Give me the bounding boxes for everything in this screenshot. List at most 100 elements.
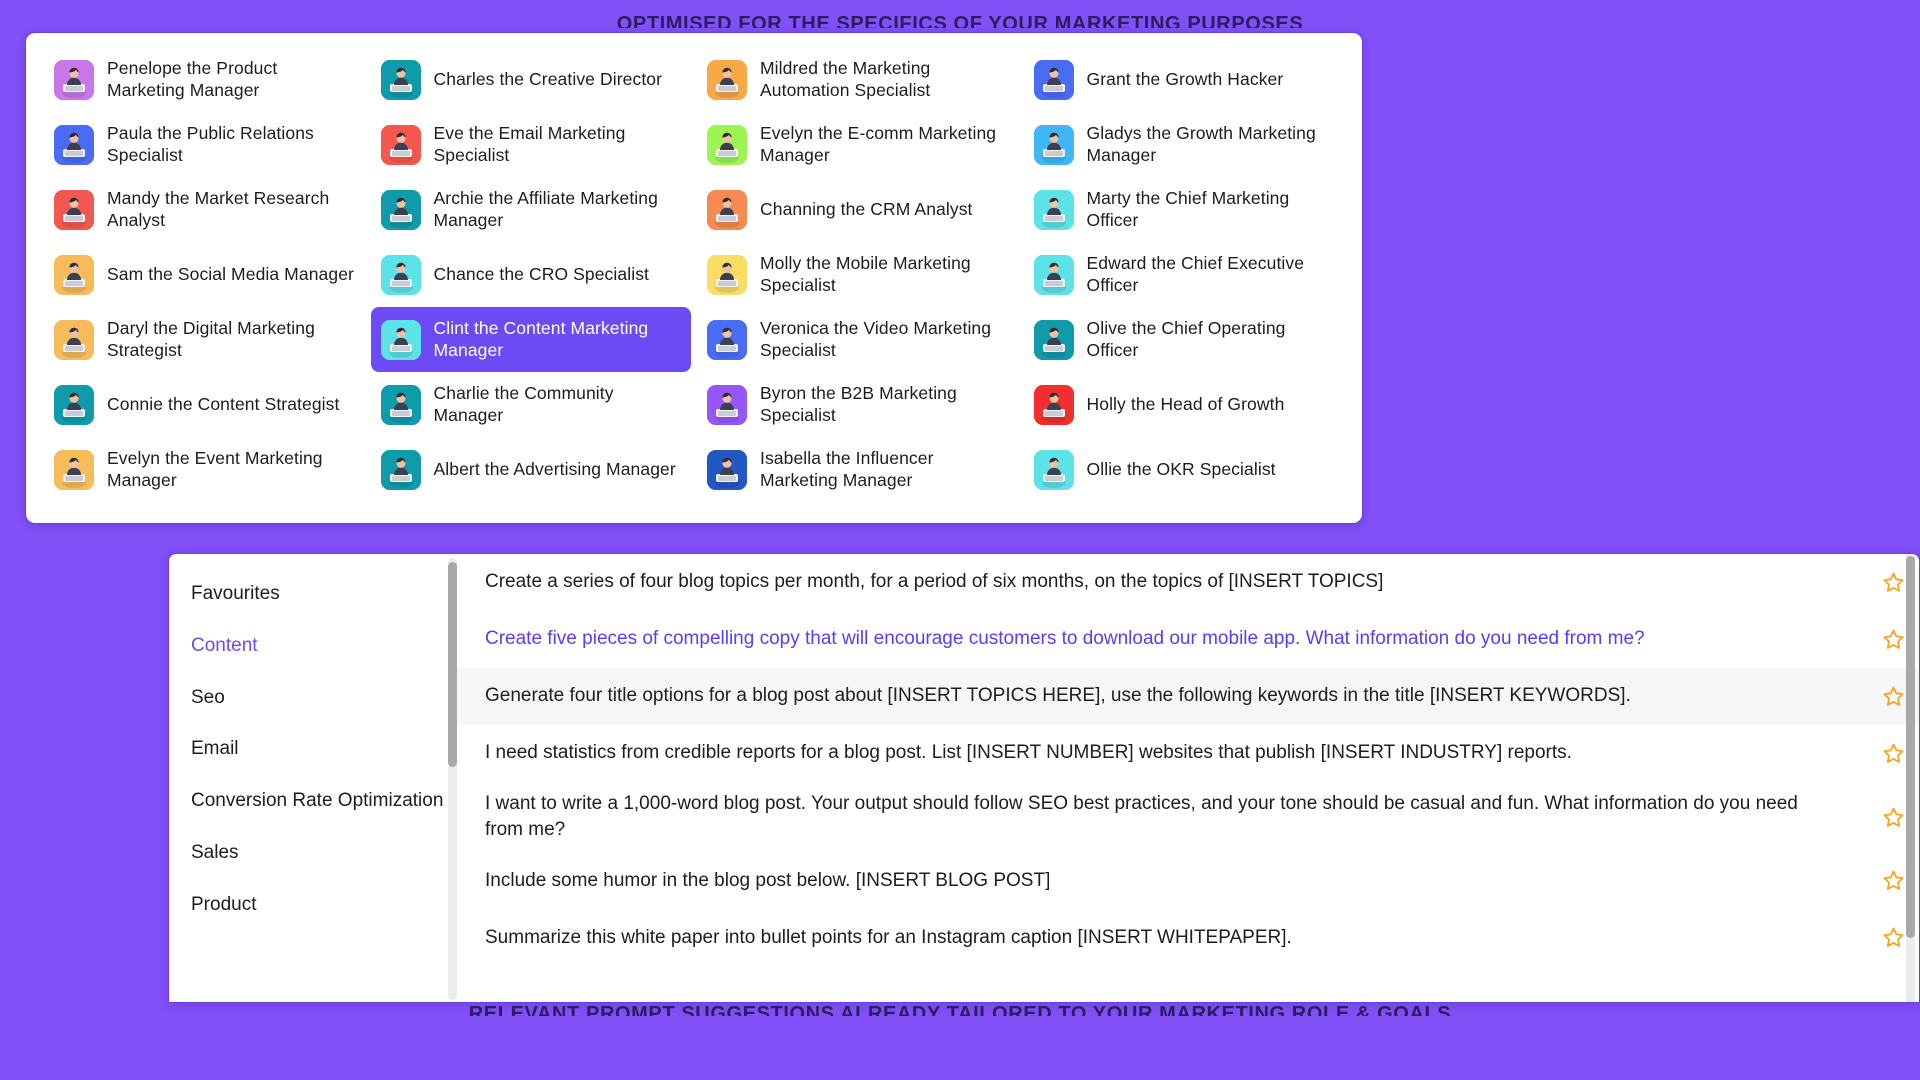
- persona-item-label: Chance the CRO Specialist: [433, 263, 650, 284]
- avatar-ceo-podium-icon: [1033, 254, 1074, 295]
- persona-item-label: Mildred the Marketing Automation Special…: [760, 58, 931, 100]
- prompt-row[interactable]: I want to write a 1,000-word blog post. …: [457, 782, 1919, 852]
- persona-item-label: Evelyn the Event Marketing Manager: [107, 448, 323, 490]
- persona-item[interactable]: Paula the Public Relations Specialist: [44, 112, 365, 177]
- prompt-text: Summarize this white paper into bullet p…: [485, 926, 1292, 948]
- category-item-favourites[interactable]: Favourites: [169, 568, 457, 620]
- prompt-row[interactable]: Create five pieces of compelling copy th…: [457, 611, 1919, 668]
- prompt-row[interactable]: Generate four title options for a blog p…: [457, 668, 1919, 725]
- avatar-hacker-icon: [1033, 59, 1074, 100]
- persona-item-label: Eve the Email Marketing Specialist: [433, 123, 626, 165]
- avatar-male-b2b-icon: [707, 384, 747, 425]
- page-root: OPTIMISED FOR THE SPECIFICS OF YOUR MARK…: [0, 0, 1920, 1080]
- category-item-conversion-rate-optimization[interactable]: Conversion Rate Optimization: [169, 775, 457, 827]
- category-item-seo[interactable]: Seo: [169, 672, 457, 724]
- persona-item[interactable]: Chance the CRO Specialist: [371, 242, 692, 307]
- avatar-female-video-icon: [707, 319, 747, 360]
- avatar-female-laptop-icon: [54, 59, 94, 100]
- persona-item-label: Daryl the Digital Marketing Strategist: [107, 318, 315, 360]
- category-item-email[interactable]: Email: [169, 723, 457, 775]
- persona-item[interactable]: Archie the Affiliate Marketing Manager: [371, 177, 692, 242]
- prompt-library-panel: Favourites Content Seo Email Conversion Rate…: [168, 553, 1920, 1003]
- persona-column: Mildred the Marketing Automation Special…: [697, 47, 1018, 502]
- persona-item-label: Charlie the Community Manager: [433, 383, 614, 425]
- persona-item[interactable]: Byron the B2B Marketing Specialist: [697, 372, 1018, 437]
- avatar-male-cheer-icon: [1033, 189, 1074, 230]
- persona-item-label: Mandy the Market Research Analyst: [107, 188, 330, 230]
- avatar-male-table-icon: [380, 59, 421, 100]
- prompt-text: Create five pieces of compelling copy th…: [485, 628, 1645, 650]
- prompt-text: I want to write a 1,000-word blog post. …: [485, 793, 1798, 841]
- sidebar-scrollbar-track[interactable]: [448, 558, 457, 1000]
- persona-item[interactable]: Evelyn the E-comm Marketing Manager: [697, 112, 1018, 177]
- persona-item[interactable]: Connie the Content Strategist: [44, 372, 365, 437]
- prompt-row[interactable]: Create a series of four blog topics per …: [457, 554, 1919, 611]
- category-item-product[interactable]: Product: [169, 879, 457, 931]
- persona-item[interactable]: Olive the Chief Operating Officer: [1024, 307, 1345, 372]
- prompt-list-scrollbar-thumb[interactable]: [1906, 556, 1915, 938]
- prompt-list: Create a series of four blog topics per …: [457, 554, 1919, 1002]
- prompt-list-scrollbar-track[interactable]: [1906, 554, 1915, 1002]
- prompt-text: Generate four title options for a blog p…: [485, 685, 1631, 707]
- persona-item[interactable]: Albert the Advertising Manager: [371, 437, 692, 502]
- persona-item[interactable]: Isabella the Influencer Marketing Manage…: [697, 437, 1018, 502]
- persona-item-label: Penelope the Product Marketing Manager: [107, 58, 278, 100]
- persona-item[interactable]: Molly the Mobile Marketing Specialist: [697, 242, 1018, 307]
- persona-item-label: Clint the Content Marketing Manager: [433, 318, 649, 360]
- avatar-female-mobile-icon: [707, 254, 747, 295]
- persona-item[interactable]: Mildred the Marketing Automation Special…: [697, 47, 1018, 112]
- prompt-row[interactable]: Include some humor in the blog post belo…: [457, 852, 1919, 909]
- prompt-row[interactable]: I need statistics from credible reports …: [457, 725, 1919, 782]
- prompt-row[interactable]: Summarize this white paper into bullet p…: [457, 909, 1919, 966]
- persona-item[interactable]: Marty the Chief Marketing Officer: [1024, 177, 1345, 242]
- avatar-female-email-icon: [380, 124, 421, 165]
- persona-selection-card: Penelope the Product Marketing Manager P…: [25, 32, 1363, 524]
- persona-item-label: Albert the Advertising Manager: [433, 458, 676, 479]
- persona-item[interactable]: Veronica the Video Marketing Specialist: [697, 307, 1018, 372]
- category-item-content[interactable]: Content: [169, 620, 457, 672]
- persona-item-label: Olive the Chief Operating Officer: [1086, 318, 1286, 360]
- persona-item-selected[interactable]: Clint the Content Marketing Manager: [370, 307, 691, 372]
- prompt-text: Include some humor in the blog post belo…: [485, 869, 1051, 891]
- persona-item[interactable]: Ollie the OKR Specialist: [1024, 437, 1345, 502]
- avatar-male-laptop-icon: [54, 254, 94, 295]
- persona-item[interactable]: Eve the Email Marketing Specialist: [371, 112, 692, 177]
- persona-item[interactable]: Holly the Head of Growth: [1024, 372, 1345, 437]
- persona-item[interactable]: Daryl the Digital Marketing Strategist: [44, 307, 365, 372]
- avatar-male-suit-icon: [380, 189, 421, 230]
- avatar-female-growth-wall-icon: [1033, 384, 1074, 425]
- avatar-okr-desk-icon: [1033, 449, 1074, 490]
- prompt-text: I need statistics from credible reports …: [485, 742, 1572, 764]
- avatar-male-community-icon: [380, 384, 421, 425]
- persona-column: Charles the Creative Director Eve the Em…: [370, 47, 692, 502]
- category-item-sales[interactable]: Sales: [169, 827, 457, 879]
- persona-item[interactable]: Penelope the Product Marketing Manager: [44, 47, 365, 112]
- persona-item[interactable]: Channing the CRM Analyst: [697, 177, 1018, 242]
- prompt-rows: Create a series of four blog topics per …: [457, 554, 1919, 966]
- avatar-male-ads-icon: [380, 449, 421, 490]
- persona-item[interactable]: Evelyn the Event Marketing Manager: [44, 437, 365, 502]
- headline-top-clipped: OPTIMISED FOR THE SPECIFICS OF YOUR MARK…: [616, 14, 1304, 28]
- persona-item-label: Channing the CRM Analyst: [760, 198, 973, 219]
- persona-item[interactable]: Charles the Creative Director: [371, 47, 692, 112]
- persona-item-label: Grant the Growth Hacker: [1086, 68, 1284, 89]
- persona-item[interactable]: Edward the Chief Executive Officer: [1024, 242, 1345, 307]
- persona-item-label: Connie the Content Strategist: [107, 393, 340, 414]
- persona-item-label: Sam the Social Media Manager: [107, 263, 354, 284]
- prompt-text: Create a series of four blog topics per …: [485, 571, 1384, 593]
- persona-item[interactable]: Sam the Social Media Manager: [44, 242, 365, 307]
- avatar-person-sitting-icon: [380, 254, 421, 295]
- persona-item[interactable]: Grant the Growth Hacker: [1024, 47, 1345, 112]
- persona-item-label: Paula the Public Relations Specialist: [107, 123, 314, 165]
- avatar-female-board-icon: [54, 384, 94, 425]
- persona-item-label: Byron the B2B Marketing Specialist: [760, 383, 957, 425]
- avatar-female-event-icon: [54, 449, 94, 490]
- persona-item-label: Marty the Chief Marketing Officer: [1086, 188, 1290, 230]
- sidebar-scrollbar-thumb[interactable]: [448, 562, 457, 767]
- persona-column: Grant the Growth Hacker Gladys the Growt…: [1024, 47, 1345, 502]
- persona-item-label: Veronica the Video Marketing Specialist: [760, 318, 992, 360]
- persona-item[interactable]: Charlie the Community Manager: [371, 372, 692, 437]
- avatar-male-crm-icon: [707, 189, 747, 230]
- persona-item[interactable]: Mandy the Market Research Analyst: [44, 177, 365, 242]
- persona-item[interactable]: Gladys the Growth Marketing Manager: [1024, 112, 1345, 177]
